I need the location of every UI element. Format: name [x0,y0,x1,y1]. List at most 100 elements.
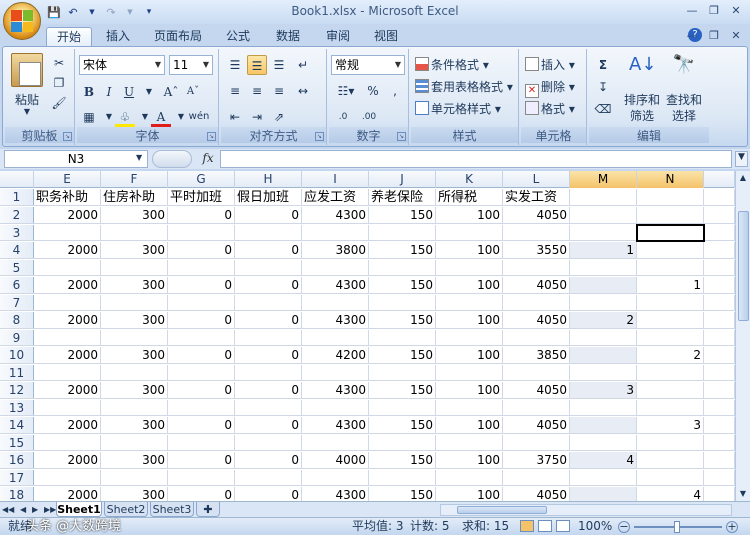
normal-view-icon[interactable] [520,520,534,532]
table-cell[interactable] [34,225,101,240]
table-cell[interactable] [704,242,735,258]
page-break-view-icon[interactable] [556,520,570,532]
chevron-down-icon[interactable]: ▼ [392,56,404,74]
zoom-out-icon[interactable]: − [618,521,630,533]
cut-icon[interactable]: ✂ [49,53,69,73]
row-header[interactable]: 12 [0,382,34,398]
table-cell[interactable]: 4050 [503,382,570,398]
decrease-font-icon[interactable]: Aˇ [183,82,203,102]
table-cell[interactable]: 4300 [302,382,369,398]
table-cell[interactable] [168,470,235,485]
row-header[interactable]: 17 [0,470,34,485]
row-header[interactable]: 2 [0,207,34,223]
horizontal-scrollbar[interactable] [440,504,732,516]
table-cell[interactable] [235,365,302,380]
table-cell[interactable]: 100 [436,452,503,468]
table-cell[interactable] [302,435,369,450]
table-cell[interactable] [168,295,235,310]
table-cell[interactable] [637,330,704,345]
row-header[interactable]: 11 [0,365,34,380]
sheet-nav-prev-icon[interactable]: ◀ [20,502,26,517]
table-cell[interactable] [704,470,735,485]
font-name-combo[interactable]: 宋体 ▼ [79,55,165,75]
table-cell[interactable]: 150 [369,242,436,258]
table-cell[interactable] [704,365,735,380]
table-cell[interactable]: 150 [369,452,436,468]
table-cell[interactable] [235,260,302,275]
table-cell[interactable] [704,400,735,415]
table-cell[interactable] [235,470,302,485]
table-cell[interactable]: 4300 [302,277,369,293]
table-cell[interactable] [503,260,570,275]
tab-page-layout[interactable]: 页面布局 [146,27,210,46]
font-launcher-icon[interactable]: ↘ [207,132,216,141]
table-cell[interactable] [570,347,637,363]
paste-button[interactable]: 粘贴 [9,91,45,108]
bold-button[interactable]: B [79,82,99,102]
table-cell[interactable] [704,189,735,205]
table-cell[interactable] [369,330,436,345]
decrease-decimal-icon[interactable]: .00 [357,107,381,127]
table-cell[interactable]: 4050 [503,417,570,433]
chevron-down-icon[interactable]: ▼ [200,56,212,74]
table-cell[interactable] [34,435,101,450]
tab-view[interactable]: 视图 [366,27,406,46]
table-cell[interactable] [168,260,235,275]
table-cell[interactable]: 100 [436,312,503,328]
table-cell[interactable]: 150 [369,417,436,433]
table-cell[interactable] [168,225,235,240]
expand-formula-bar-icon[interactable]: ▼ [735,151,748,167]
table-cell[interactable]: 4300 [302,207,369,223]
row-header[interactable]: 15 [0,435,34,450]
formula-bar-handle-icon[interactable] [152,150,192,168]
table-cell[interactable] [34,400,101,415]
table-cell[interactable]: 0 [235,382,302,398]
chevron-down-icon[interactable]: ▼ [152,56,164,74]
table-cell[interactable]: 300 [101,242,168,258]
table-cell[interactable]: 0 [168,277,235,293]
table-cell[interactable] [637,295,704,310]
table-cell[interactable]: 300 [101,312,168,328]
table-cell[interactable] [704,295,735,310]
vertical-scroll-thumb[interactable] [738,211,749,321]
cell-styles-button[interactable]: 单元格样式 ▾ [415,99,501,119]
row-header[interactable]: 14 [0,417,34,433]
underline-button[interactable]: U [119,82,139,102]
tab-insert[interactable]: 插入 [98,27,138,46]
header-cell[interactable]: 养老保险 [369,189,436,205]
table-cell[interactable] [168,400,235,415]
table-cell[interactable] [436,400,503,415]
table-cell[interactable]: 300 [101,207,168,223]
select-all-corner[interactable] [0,171,34,188]
table-cell[interactable] [302,225,369,240]
table-cell[interactable] [235,295,302,310]
table-cell[interactable]: 0 [168,487,235,501]
table-cell[interactable]: 300 [101,347,168,363]
table-cell[interactable] [704,260,735,275]
table-cell[interactable] [570,487,637,501]
row-header[interactable]: 6 [0,277,34,293]
table-cell[interactable] [168,330,235,345]
column-header-j[interactable]: J [369,171,436,188]
zoom-slider-thumb[interactable] [674,521,680,533]
table-cell[interactable] [503,435,570,450]
header-cell[interactable]: 住房补助 [101,189,168,205]
align-middle-icon[interactable]: ☰ [247,55,267,75]
table-cell[interactable] [369,295,436,310]
table-cell[interactable] [704,435,735,450]
percent-icon[interactable]: % [363,81,383,101]
orientation-icon[interactable]: ⇗ [269,107,289,127]
paste-icon[interactable] [11,53,43,87]
header-cell[interactable]: 职务补助 [34,189,101,205]
restore-icon[interactable]: ❐ [704,2,724,19]
table-cell[interactable] [101,295,168,310]
find-select-label-2[interactable]: 选择 [663,107,705,124]
column-header-k[interactable]: K [436,171,503,188]
sheet-nav-last-icon[interactable]: ▶▶ [44,502,56,517]
align-top-icon[interactable]: ☰ [225,55,245,75]
table-cell[interactable] [101,365,168,380]
table-cell[interactable] [637,452,704,468]
scroll-down-icon[interactable]: ▼ [736,487,750,501]
table-cell[interactable] [101,400,168,415]
fill-color-icon[interactable]: ♧ [115,107,135,127]
